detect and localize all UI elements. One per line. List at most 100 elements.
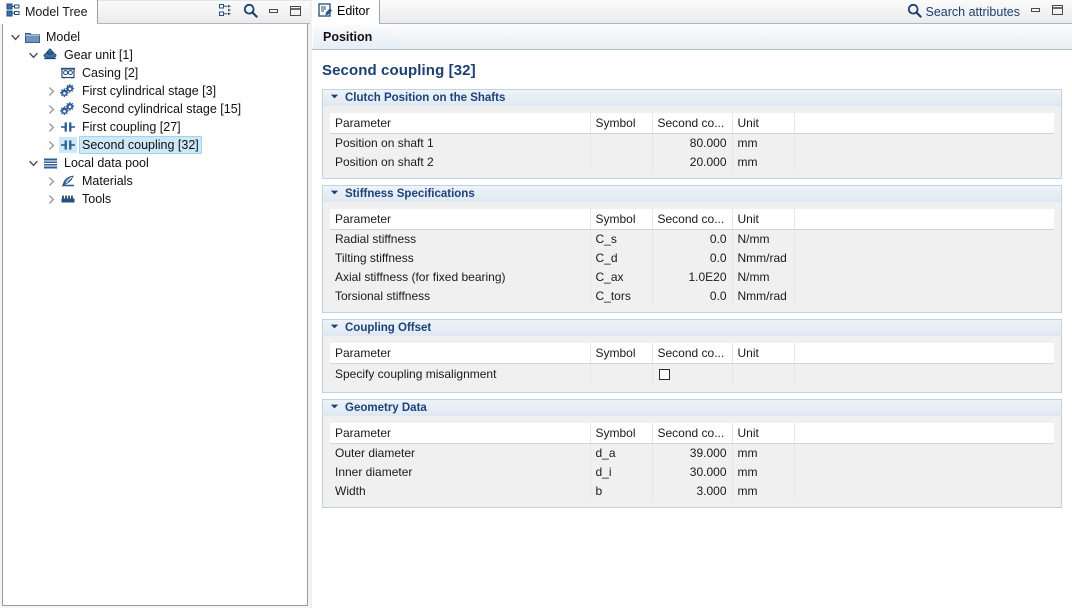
section-header[interactable]: Clutch Position on the Shafts [322,89,1062,106]
tab-editor[interactable]: Editor [312,0,380,23]
column-header-value[interactable]: Second co... [652,423,732,443]
tree-item-tools[interactable]: Tools [3,190,307,208]
maximize-icon[interactable] [289,5,302,20]
table-row[interactable]: Axial stiffness (for fixed bearing) C_ax… [330,267,1054,286]
table-row[interactable]: Specify coupling misalignment [330,363,1054,385]
cell-blank [794,363,1054,385]
column-header-value[interactable]: Second co... [652,209,732,229]
table-row[interactable]: Outer diameter d_a 39.000 mm [330,443,1054,462]
chevron-down-icon[interactable] [330,322,339,334]
column-header-unit[interactable]: Unit [732,343,794,363]
section-body: Parameter Symbol Second co... Unit Outer… [322,416,1062,508]
cell-value[interactable]: 39.000 [652,443,732,462]
section-header[interactable]: Geometry Data [322,399,1062,416]
column-header-blank[interactable] [794,343,1054,363]
table-row[interactable]: Tilting stiffness C_d 0.0 Nmm/rad [330,248,1054,267]
cell-value[interactable]: 1.0E20 [652,267,732,286]
table-header-row: Parameter Symbol Second co... Unit [330,113,1054,133]
tab-position-label: Position [323,30,372,44]
tab-model-tree[interactable]: Model Tree [0,0,98,23]
column-header-symbol[interactable]: Symbol [590,343,652,363]
table-row[interactable]: Position on shaft 1 80.000 mm [330,133,1054,152]
chevron-down-icon[interactable] [7,29,23,45]
cell-blank [794,248,1054,267]
column-header-unit[interactable]: Unit [732,423,794,443]
table-row[interactable]: Width b 3.000 mm [330,481,1054,500]
model-tree[interactable]: Model Gear unit [1] [2,24,308,606]
table-row[interactable]: Position on shaft 2 20.000 mm [330,152,1054,171]
cell-value[interactable]: 3.000 [652,481,732,500]
column-header-symbol[interactable]: Symbol [590,113,652,133]
table-row[interactable]: Radial stiffness C_s 0.0 N/mm [330,229,1054,248]
cell-parameter: Axial stiffness (for fixed bearing) [330,267,590,286]
cell-value[interactable]: 0.0 [652,248,732,267]
cell-value[interactable]: 0.0 [652,286,732,305]
cell-unit: mm [732,133,794,152]
column-header-parameter[interactable]: Parameter [330,423,590,443]
chevron-down-icon[interactable] [330,92,339,104]
column-header-value[interactable]: Second co... [652,343,732,363]
table-row[interactable]: Torsional stiffness C_tors 0.0 Nmm/rad [330,286,1054,305]
chevron-right-icon[interactable] [43,101,59,117]
minimize-icon[interactable] [267,5,280,20]
tree-item-label: Gear unit [1] [61,47,136,63]
tree-item-materials[interactable]: Materials [3,172,307,190]
table-header-row: Parameter Symbol Second co... Unit [330,343,1054,363]
search-icon [907,3,922,21]
link-with-editor-icon[interactable] [219,4,234,21]
search-attributes-button[interactable]: Search attributes [907,3,1021,21]
cell-value[interactable]: 20.000 [652,152,732,171]
tree-item-gear-unit[interactable]: Gear unit [1] [3,46,307,64]
cell-symbol: C_s [590,229,652,248]
cell-symbol: d_a [590,443,652,462]
tree-item-label: Model [43,29,83,45]
cell-symbol: C_ax [590,267,652,286]
column-header-unit[interactable]: Unit [732,113,794,133]
coupling-icon [59,137,77,153]
cell-value[interactable] [652,363,732,385]
cell-symbol [590,363,652,385]
cell-value[interactable]: 30.000 [652,462,732,481]
column-header-blank[interactable] [794,209,1054,229]
column-header-blank[interactable] [794,423,1054,443]
chevron-down-icon[interactable] [25,155,41,171]
gears-icon [59,101,77,117]
column-header-unit[interactable]: Unit [732,209,794,229]
column-header-parameter[interactable]: Parameter [330,209,590,229]
tree-item-second-coupling[interactable]: Second coupling [32] [3,136,307,154]
cell-value[interactable]: 80.000 [652,133,732,152]
maximize-icon[interactable] [1051,4,1064,19]
column-header-symbol[interactable]: Symbol [590,423,652,443]
chevron-right-icon[interactable] [43,191,59,207]
section-header[interactable]: Stiffness Specifications [322,185,1062,202]
cell-value[interactable]: 0.0 [652,229,732,248]
chevron-right-icon[interactable] [43,137,59,153]
cell-unit: N/mm [732,267,794,286]
tree-item-first-coupling[interactable]: First coupling [27] [3,118,307,136]
misalignment-checkbox[interactable] [659,369,670,380]
chevron-right-icon[interactable] [43,83,59,99]
column-header-parameter[interactable]: Parameter [330,113,590,133]
cell-symbol: C_tors [590,286,652,305]
tab-position[interactable]: Position [312,24,385,49]
tree-item-first-cylindrical-stage[interactable]: First cylindrical stage [3] [3,82,307,100]
column-header-parameter[interactable]: Parameter [330,343,590,363]
tree-item-casing[interactable]: Casing [2] [3,64,307,82]
chevron-right-icon[interactable] [43,173,59,189]
minimize-icon[interactable] [1029,4,1042,19]
chevron-down-icon[interactable] [330,188,339,200]
column-header-symbol[interactable]: Symbol [590,209,652,229]
tree-item-second-cylindrical-stage[interactable]: Second cylindrical stage [15] [3,100,307,118]
search-icon[interactable] [243,3,258,21]
table-row[interactable]: Inner diameter d_i 30.000 mm [330,462,1054,481]
section-body: Parameter Symbol Second co... Unit Radia… [322,202,1062,313]
column-header-blank[interactable] [794,113,1054,133]
chevron-right-icon[interactable] [43,119,59,135]
chevron-down-icon[interactable] [25,47,41,63]
tree-item-local-data-pool[interactable]: Local data pool [3,154,307,172]
column-header-value[interactable]: Second co... [652,113,732,133]
section-header[interactable]: Coupling Offset [322,319,1062,336]
editor-panel: Editor Search attributes [312,0,1072,608]
tree-item-model[interactable]: Model [3,28,307,46]
chevron-down-icon[interactable] [330,402,339,414]
